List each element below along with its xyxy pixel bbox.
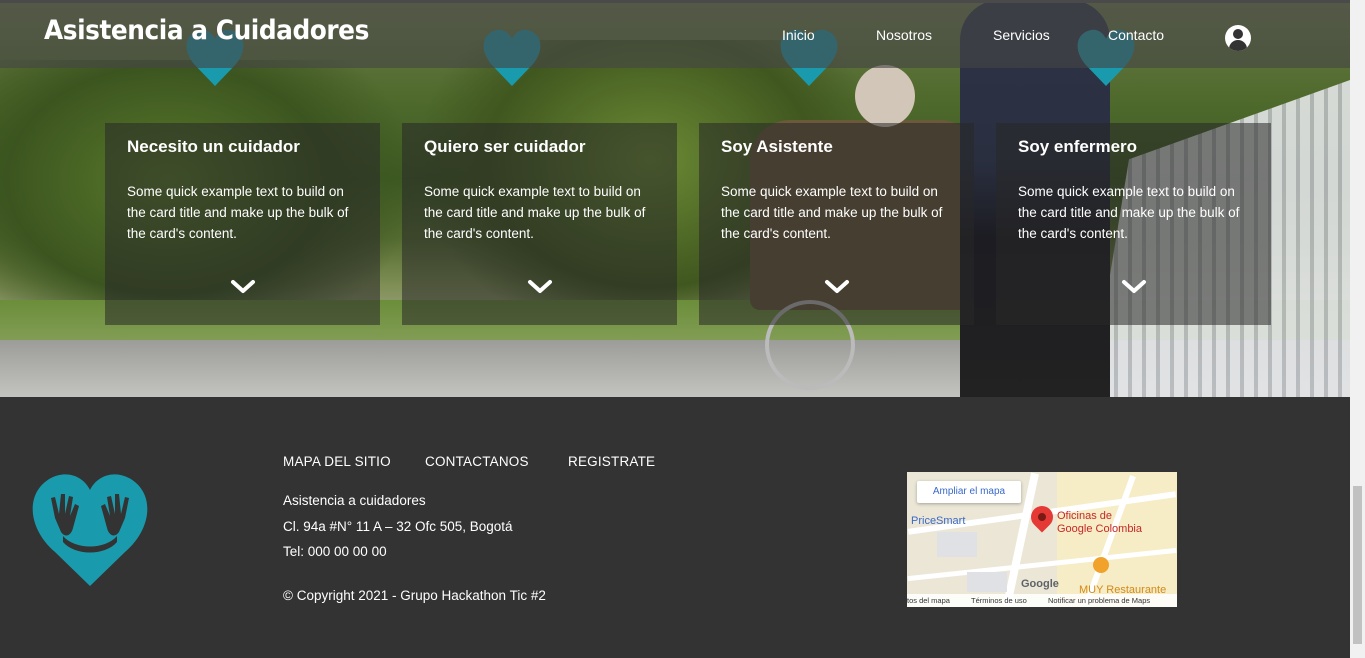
map-building bbox=[937, 532, 977, 557]
card-title: Soy Asistente bbox=[721, 137, 833, 156]
page-scrollbar[interactable] bbox=[1350, 0, 1365, 658]
nav-link-nosotros[interactable]: Nosotros bbox=[876, 27, 932, 43]
card-title: Necesito un cuidador bbox=[127, 137, 300, 156]
chevron-down-icon[interactable] bbox=[230, 279, 256, 295]
footer-link-contactanos[interactable]: CONTACTANOS bbox=[425, 454, 529, 469]
nav-link-contacto[interactable]: Contacto bbox=[1108, 27, 1164, 43]
map-place-label: Oficinas de Google Colombia bbox=[1057, 510, 1172, 536]
user-circle-icon[interactable] bbox=[1225, 25, 1251, 51]
map-place-line1: Oficinas de bbox=[1057, 510, 1113, 522]
google-logo: Google bbox=[1021, 578, 1059, 590]
card-text: Some quick example text to build on the … bbox=[1018, 184, 1240, 241]
card-text: Some quick example text to build on the … bbox=[721, 184, 943, 241]
page: Asistencia a Cuidadores Inicio Nosotros … bbox=[0, 0, 1365, 658]
map-footer-report[interactable]: Notificar un problema de Maps bbox=[1048, 594, 1150, 607]
map-building bbox=[967, 572, 1007, 592]
card-text: Some quick example text to build on the … bbox=[424, 184, 646, 241]
chevron-down-icon[interactable] bbox=[527, 279, 553, 295]
card-soy-asistente: Soy Asistente Some quick example text to… bbox=[699, 123, 974, 325]
chevron-down-icon[interactable] bbox=[1121, 279, 1147, 295]
map-poi-left: PriceSmart bbox=[911, 515, 966, 527]
map-footer-data[interactable]: tos del mapa bbox=[907, 594, 950, 607]
footer-phone: Tel: 000 00 00 00 bbox=[283, 544, 387, 559]
map-footer-bar: tos del mapa Términos de uso Notificar u… bbox=[907, 594, 1177, 607]
footer-link-mapa-del-sitio[interactable]: MAPA DEL SITIO bbox=[283, 454, 391, 469]
card-soy-enfermero: Soy enfermero Some quick example text to… bbox=[996, 123, 1271, 325]
navbar: Asistencia a Cuidadores Inicio Nosotros … bbox=[0, 0, 1350, 68]
nav-link-servicios[interactable]: Servicios bbox=[993, 27, 1050, 43]
hero-elderly-person-head bbox=[855, 65, 915, 127]
footer-link-registrate[interactable]: REGISTRATE bbox=[568, 454, 655, 469]
map-footer-terms[interactable]: Términos de uso bbox=[971, 594, 1027, 607]
card-text: Some quick example text to build on the … bbox=[127, 184, 349, 241]
card-title: Quiero ser cuidador bbox=[424, 137, 586, 156]
footer-copyright: © Copyright 2021 - Grupo Hackathon Tic #… bbox=[283, 588, 546, 603]
heart-hands-logo-icon bbox=[32, 474, 148, 586]
user-icon-head bbox=[1233, 29, 1243, 39]
google-map-embed[interactable]: Ampliar el mapa PriceSmart Oficinas de G… bbox=[907, 472, 1177, 607]
brand-logo-text[interactable]: Asistencia a Cuidadores bbox=[44, 15, 369, 46]
user-icon-body bbox=[1229, 40, 1247, 51]
card-necesito-cuidador: Necesito un cuidador Some quick example … bbox=[105, 123, 380, 325]
chevron-down-icon[interactable] bbox=[824, 279, 850, 295]
card-title: Soy enfermero bbox=[1018, 137, 1138, 156]
card-quiero-ser-cuidador: Quiero ser cuidador Some quick example t… bbox=[402, 123, 677, 325]
nav-link-inicio[interactable]: Inicio bbox=[782, 27, 815, 43]
map-place-line2: Google Colombia bbox=[1057, 523, 1142, 535]
footer-org-name: Asistencia a cuidadores bbox=[283, 493, 426, 508]
footer: MAPA DEL SITIO CONTACTANOS REGISTRATE As… bbox=[0, 397, 1350, 658]
footer-address: Cl. 94a #N° 11 A – 32 Ofc 505, Bogotá bbox=[283, 519, 513, 534]
restaurant-icon bbox=[1093, 557, 1109, 573]
map-expand-button[interactable]: Ampliar el mapa bbox=[917, 481, 1021, 503]
scrollbar-thumb[interactable] bbox=[1353, 486, 1362, 644]
